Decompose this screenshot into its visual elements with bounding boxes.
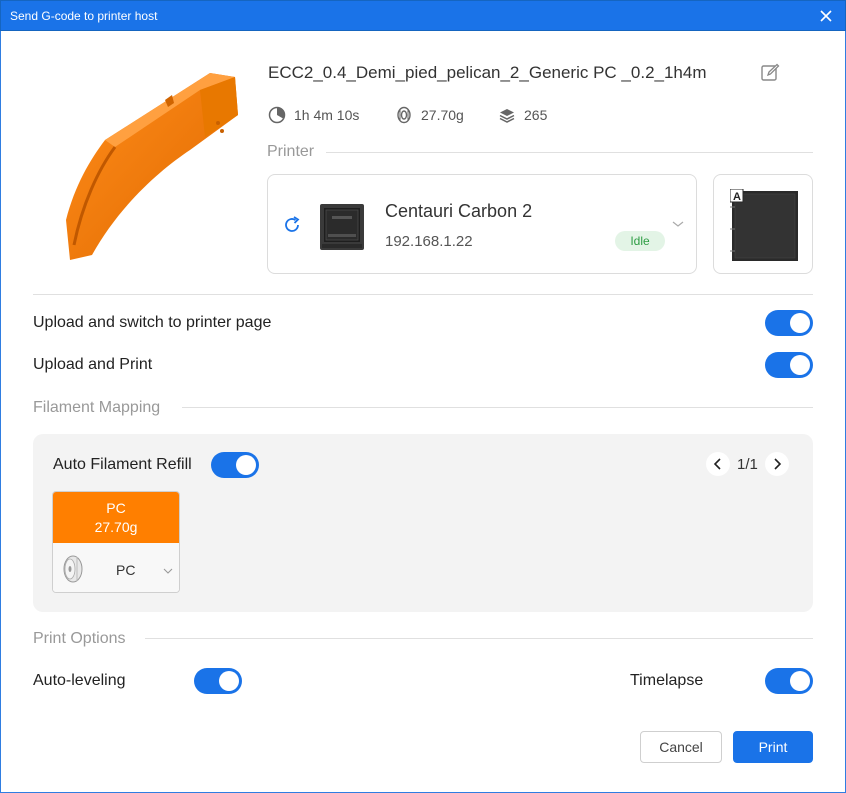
cancel-button[interactable]: Cancel	[640, 731, 722, 763]
timelapse-toggle[interactable]	[765, 668, 813, 694]
title-bar: Send G-code to printer host	[0, 0, 846, 31]
filament-weight-label: 27.70g	[94, 519, 138, 535]
auto-refill-toggle[interactable]	[211, 452, 259, 478]
printer-ip: 192.168.1.22	[385, 233, 473, 250]
weight-stat: 27.70g	[395, 105, 464, 125]
file-name: ECC2_0.4_Demi_pied_pelican_2_Generic PC …	[268, 63, 707, 82]
filament-select[interactable]: PC	[53, 543, 179, 592]
toggle-knob	[790, 355, 810, 375]
window-title: Send G-code to printer host	[10, 9, 158, 23]
spool-icon	[63, 555, 83, 583]
refresh-icon[interactable]	[282, 215, 302, 235]
auto-leveling-toggle[interactable]	[194, 668, 242, 694]
filament-mapping-label: Filament Mapping	[33, 399, 161, 416]
printer-section-label: Printer	[267, 143, 315, 160]
toggle-knob	[790, 313, 810, 333]
edit-icon[interactable]	[760, 63, 780, 83]
upload-print-label: Upload and Print	[33, 356, 153, 373]
printer-name: Centauri Carbon 2	[385, 201, 533, 221]
chevron-right-icon	[774, 458, 781, 470]
pager: 1/1	[706, 452, 789, 476]
filament-type: PC	[106, 500, 126, 516]
upload-switch-label: Upload and switch to printer page	[33, 314, 272, 331]
printer-section-line	[326, 152, 813, 153]
spool-icon	[397, 106, 411, 124]
filament-color-header: PC 27.70g	[53, 492, 179, 543]
chevron-left-icon	[713, 458, 721, 470]
upload-switch-toggle[interactable]	[765, 310, 813, 336]
model-preview-image	[66, 73, 238, 260]
close-icon[interactable]	[817, 7, 835, 25]
printer-select-card[interactable]: Centauri Carbon 2 192.168.1.22 Idle	[267, 174, 697, 274]
build-plate-card[interactable]: A	[713, 174, 813, 274]
layers-stat: 265	[498, 105, 547, 125]
print-options-label: Print Options	[33, 630, 126, 647]
filament-weight: 27.70g	[421, 107, 464, 123]
toggle-knob	[790, 671, 810, 691]
filament-selected-value: PC	[116, 562, 136, 578]
clock-icon	[268, 106, 286, 124]
chevron-down-icon	[163, 568, 173, 574]
chevron-down-icon[interactable]	[672, 219, 684, 229]
plate-label: A	[733, 191, 741, 203]
pager-text: 1/1	[737, 455, 758, 473]
pager-prev-button[interactable]	[706, 452, 730, 476]
filament-card[interactable]: PC 27.70g PC	[52, 491, 180, 593]
filament-mapping-line	[182, 407, 813, 408]
toggle-knob	[236, 455, 256, 475]
status-badge: Idle	[615, 231, 665, 251]
print-time-stat: 1h 4m 10s	[268, 105, 359, 125]
auto-leveling-label: Auto-leveling	[33, 672, 126, 689]
print-button[interactable]: Print	[733, 731, 813, 763]
toggle-knob	[219, 671, 239, 691]
upload-print-toggle[interactable]	[765, 352, 813, 378]
timelapse-label: Timelapse	[630, 672, 704, 689]
auto-refill-label: Auto Filament Refill	[53, 456, 192, 473]
layers-icon	[499, 109, 515, 123]
print-options-line	[145, 638, 813, 639]
divider	[33, 294, 813, 295]
printer-image	[320, 204, 364, 250]
filament-mapping-panel: Auto Filament Refill 1/1 PC 27.70g PC	[33, 434, 813, 612]
pager-next-button[interactable]	[764, 452, 789, 476]
layer-count: 265	[524, 107, 548, 123]
print-time: 1h 4m 10s	[294, 107, 360, 123]
